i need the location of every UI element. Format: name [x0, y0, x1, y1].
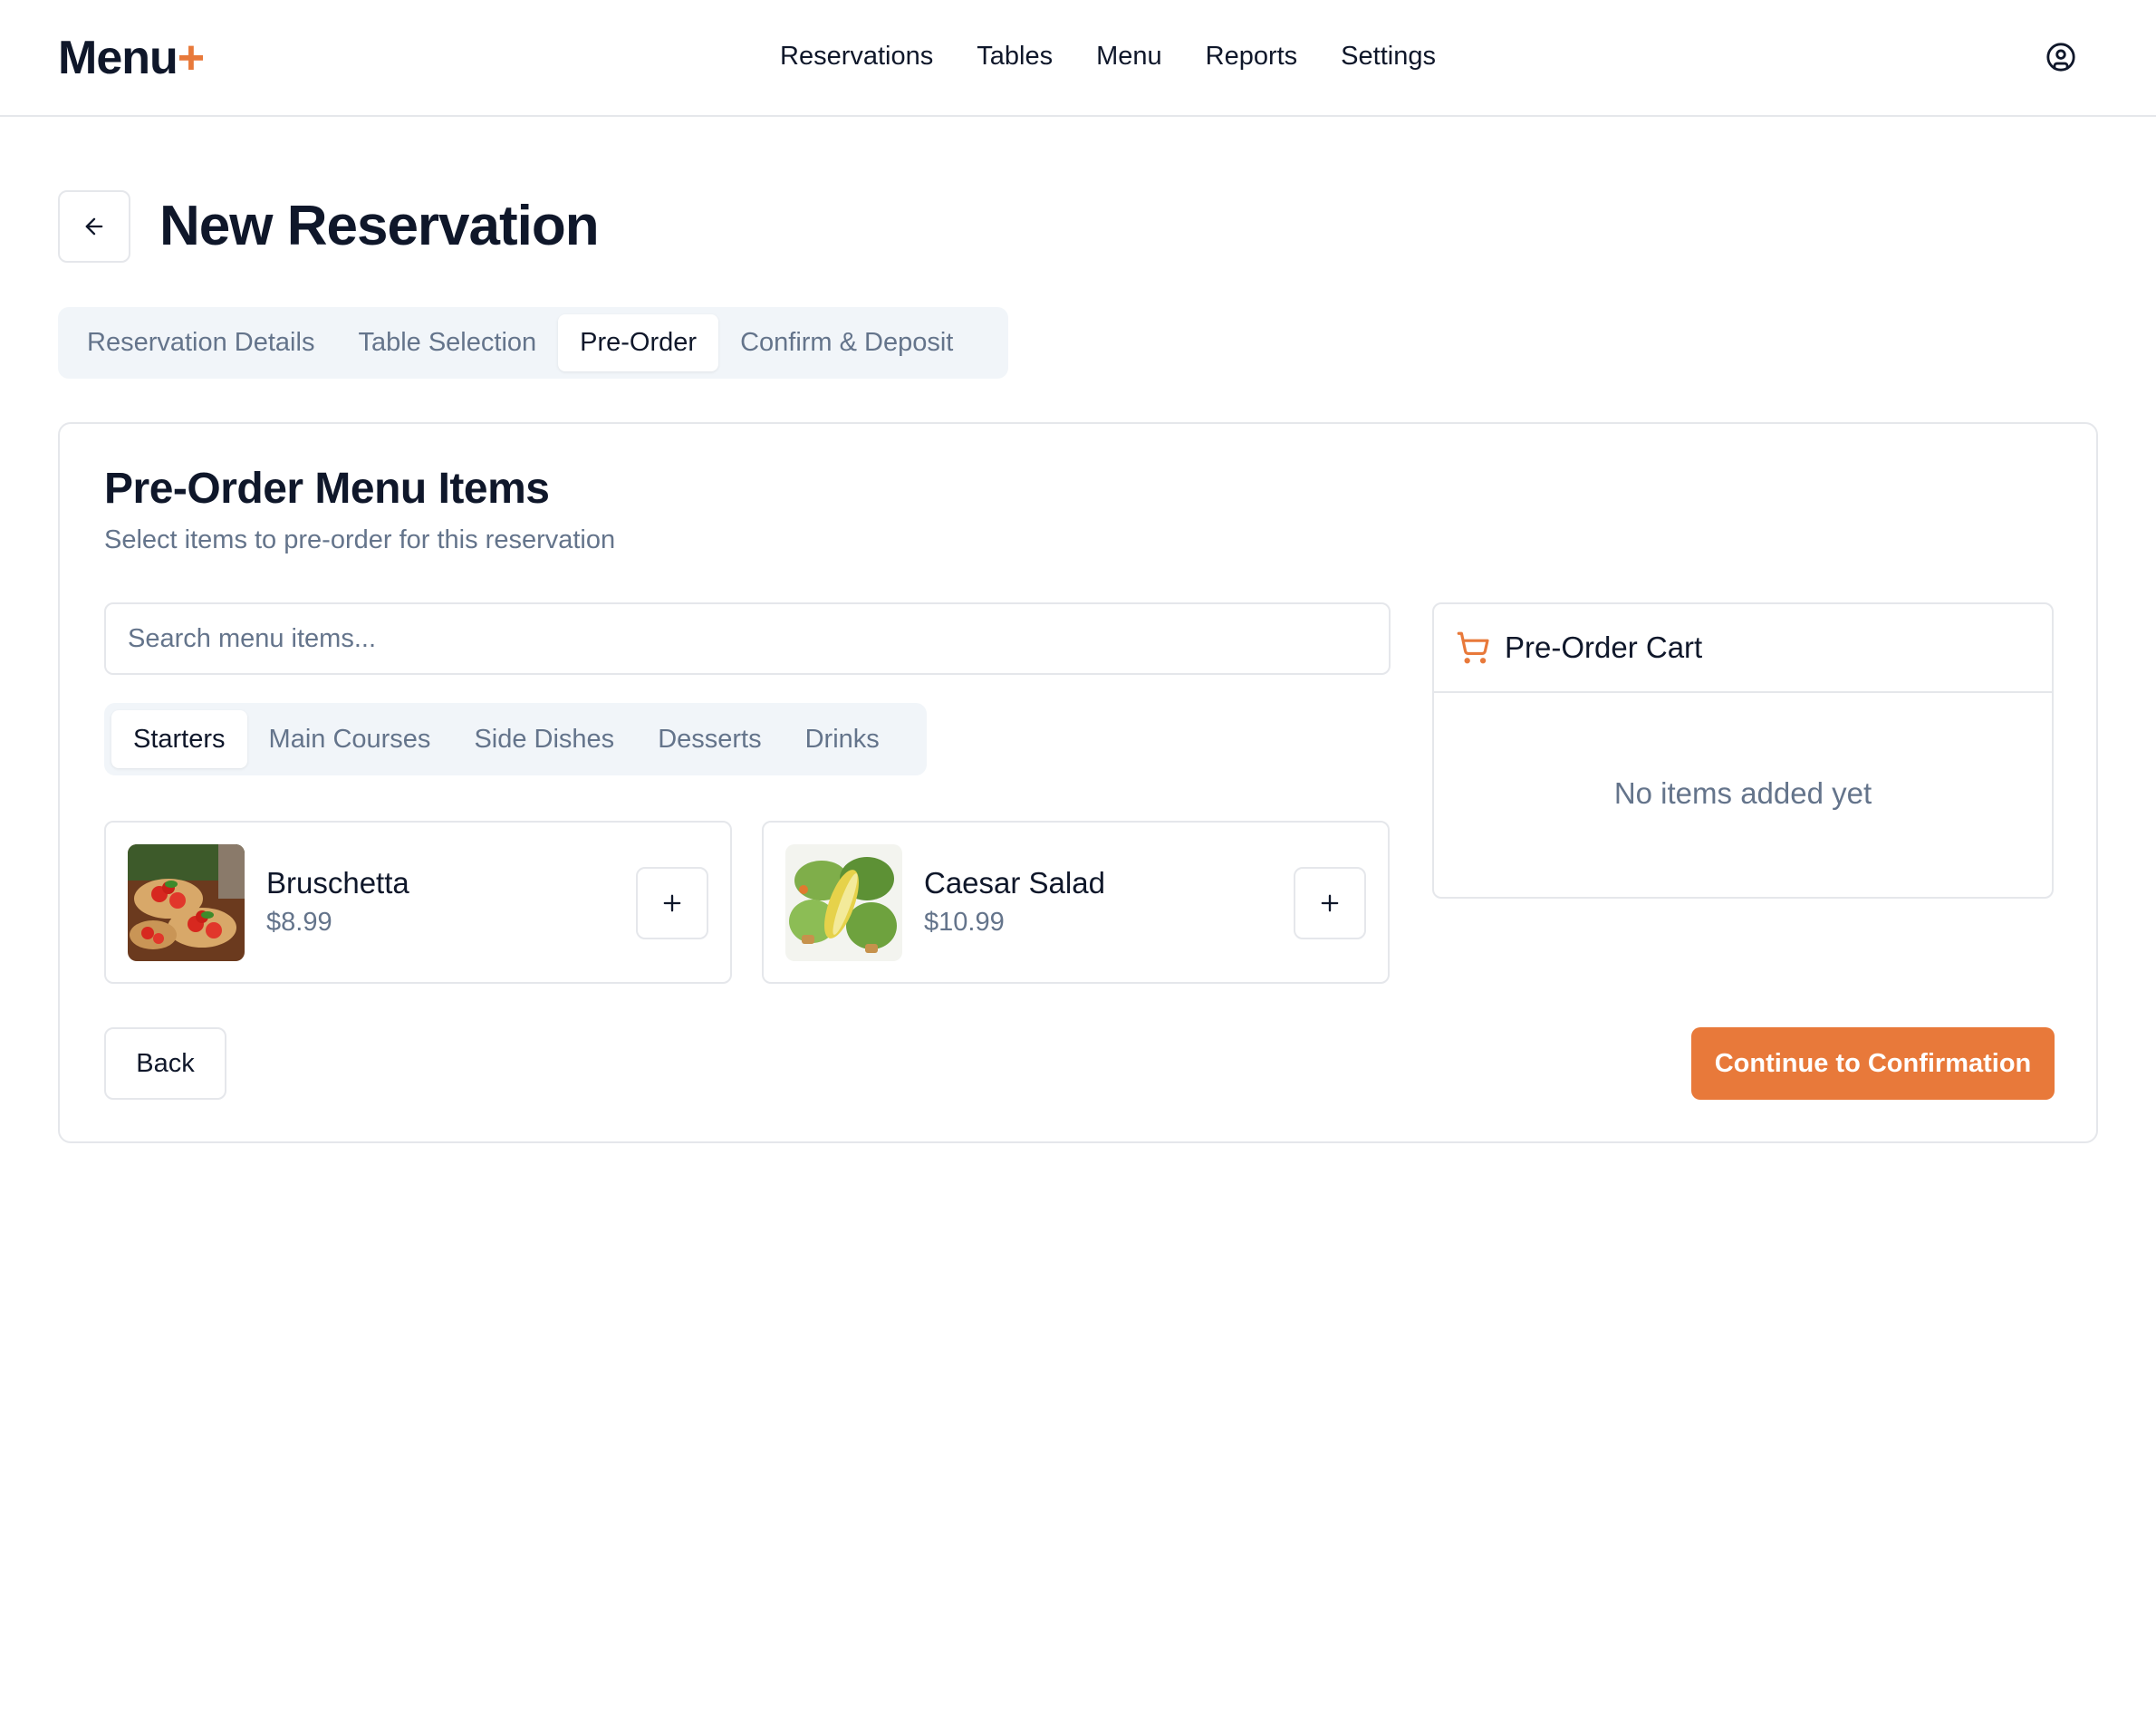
tab-starters[interactable]: Starters	[111, 710, 247, 768]
caesar-salad-photo	[785, 844, 902, 961]
main-nav: Reservations Tables Menu Reports Setting…	[780, 42, 1479, 72]
logo-text: Menu	[58, 32, 178, 84]
logo[interactable]: Menu+	[58, 31, 205, 85]
pre-order-cart: Pre-Order Cart No items added yet	[1432, 602, 2054, 899]
bruschetta-photo	[128, 844, 245, 961]
tab-drinks[interactable]: Drinks	[784, 710, 901, 768]
step-tabs: Reservation Details Table Selection Pre-…	[58, 307, 1008, 379]
item-price: $10.99	[924, 908, 1005, 937]
page-title: New Reservation	[159, 195, 600, 257]
nav-settings[interactable]: Settings	[1341, 42, 1436, 72]
nav-tables[interactable]: Tables	[977, 42, 1053, 72]
tab-desserts[interactable]: Desserts	[636, 710, 783, 768]
menu-item-card: Caesar Salad $10.99	[762, 821, 1390, 984]
tab-side-dishes[interactable]: Side Dishes	[452, 710, 636, 768]
item-price: $8.99	[266, 908, 332, 937]
section-subtitle: Select items to pre-order for this reser…	[104, 525, 616, 554]
plus-icon	[663, 894, 681, 912]
item-name: Caesar Salad	[924, 866, 1105, 900]
user-circle-icon[interactable]	[2045, 42, 2076, 72]
plus-icon	[1321, 894, 1339, 912]
pre-order-card: Pre-Order Menu Items Select items to pre…	[58, 422, 2098, 1143]
nav-reports[interactable]: Reports	[1206, 42, 1298, 72]
logo-plus: +	[177, 32, 205, 84]
cart-title: Pre-Order Cart	[1505, 630, 1703, 664]
menu-item-card: Bruschetta $8.99	[104, 821, 732, 984]
tab-confirm-deposit[interactable]: Confirm & Deposit	[718, 314, 975, 371]
category-tabs: Starters Main Courses Side Dishes Desser…	[104, 703, 927, 775]
add-item-button[interactable]	[636, 867, 708, 939]
cart-header: Pre-Order Cart	[1434, 604, 2052, 693]
page-back-button[interactable]	[58, 190, 130, 263]
tab-pre-order[interactable]: Pre-Order	[558, 314, 719, 371]
tab-table-selection[interactable]: Table Selection	[336, 314, 558, 371]
nav-reservations[interactable]: Reservations	[780, 42, 933, 72]
tab-main-courses[interactable]: Main Courses	[247, 710, 453, 768]
top-header: Menu+ Reservations Tables Menu Reports S…	[0, 0, 2156, 117]
item-name: Bruschetta	[266, 866, 409, 900]
nav-menu[interactable]: Menu	[1096, 42, 1162, 72]
back-button[interactable]: Back	[104, 1027, 226, 1100]
arrow-left-icon	[85, 217, 103, 236]
search-input[interactable]	[104, 602, 1391, 675]
tab-reservation-details[interactable]: Reservation Details	[65, 314, 336, 371]
add-item-button[interactable]	[1294, 867, 1366, 939]
cart-empty-message: No items added yet	[1613, 776, 1872, 810]
section-title: Pre-Order Menu Items	[104, 465, 550, 513]
continue-to-confirmation-button[interactable]: Continue to Confirmation	[1691, 1027, 2055, 1100]
shopping-cart-icon	[1457, 631, 1489, 664]
